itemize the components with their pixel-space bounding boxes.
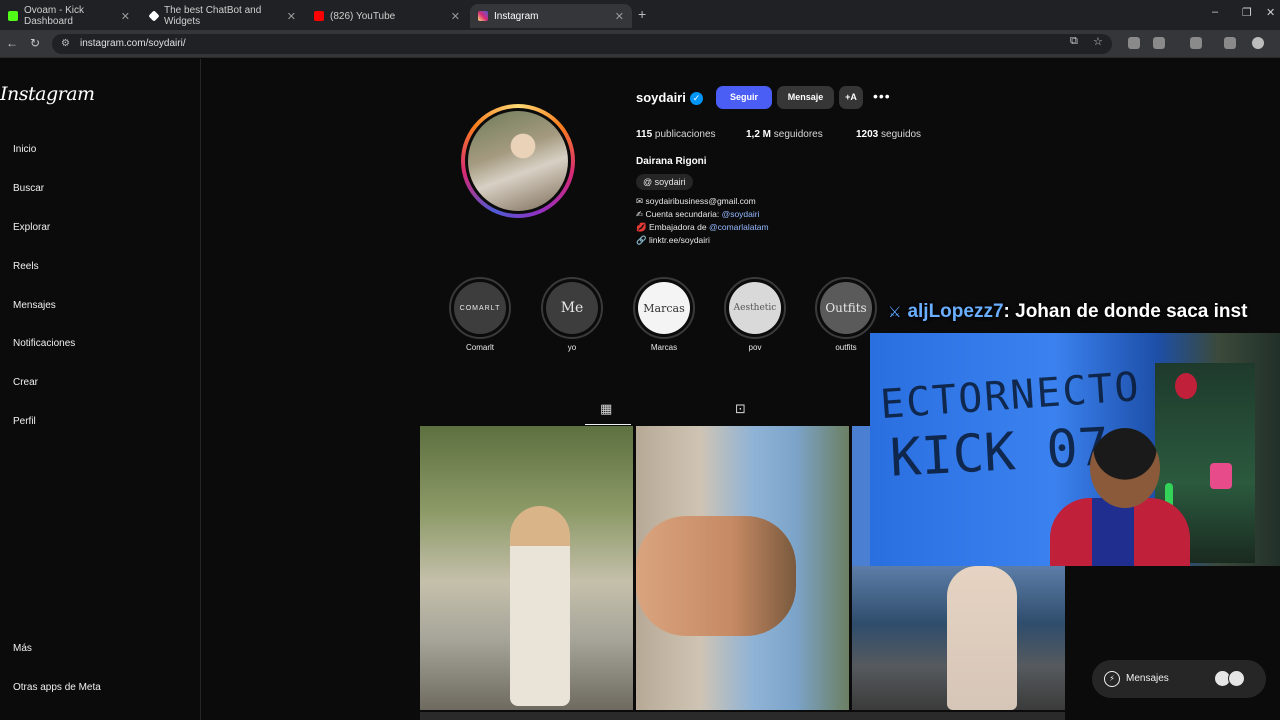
new-tab-button[interactable]: +: [638, 6, 646, 22]
messenger-icon: ⚡: [1104, 671, 1120, 687]
tab-chatbot-widgets[interactable]: The best ChatBot and Widgets ✕: [142, 4, 304, 28]
minimize-button[interactable]: –: [1212, 6, 1218, 18]
stream-chat-message: ⚔ aljLopezz7: Johan de donde saca inst: [888, 301, 1280, 329]
install-icon[interactable]: ⧉: [1070, 35, 1078, 48]
message-button[interactable]: Mensaje: [777, 86, 834, 109]
highlight-cover: COMARLT: [454, 282, 506, 334]
back-icon[interactable]: ←: [6, 36, 18, 50]
sidebar-item-crear[interactable]: Crear: [13, 377, 38, 388]
kick-icon: [8, 11, 18, 21]
maximize-button[interactable]: ❐: [1242, 6, 1252, 19]
extension-icon[interactable]: [1128, 37, 1140, 49]
post-thumbnail[interactable]: [636, 426, 849, 710]
diamond-icon: [148, 10, 160, 22]
instagram-sidebar: Instagram Inicio Buscar Explorar Reels M…: [0, 59, 201, 720]
highlight-cover: Me: [546, 282, 598, 334]
highlight-cover: Marcas: [638, 282, 690, 334]
tab-posts-grid-icon[interactable]: ▦: [600, 401, 612, 417]
avatar-photo: [468, 111, 568, 211]
avatar: [1228, 670, 1245, 687]
url-input[interactable]: ⚙ instagram.com/soydairi/: [52, 34, 1112, 54]
tab-label: (826) YouTube: [330, 10, 396, 22]
close-icon[interactable]: ✕: [615, 10, 624, 23]
highlight-label: Comarlt: [465, 343, 494, 352]
bio-secondary-account: ✍ Cuenta secundaria: @soydairi: [636, 209, 760, 219]
suggest-user-button[interactable]: +A: [839, 86, 863, 109]
tab-kick-dashboard[interactable]: Ovoam - Kick Dashboard ✕: [0, 4, 138, 28]
sidebar-item-inicio[interactable]: Inicio: [13, 144, 36, 155]
profile-avatar-icon[interactable]: [1252, 37, 1264, 49]
profile-username: soydairi: [636, 90, 686, 105]
tab-instagram[interactable]: Instagram ✕: [470, 4, 632, 28]
highlight-pov[interactable]: Aesthetic pov: [724, 277, 786, 352]
post-thumbnail[interactable]: [852, 566, 1065, 710]
profile-full-name: Dairana Rigoni: [636, 156, 707, 167]
stat-followers[interactable]: 1,2 M seguidores: [746, 129, 823, 140]
mention-link[interactable]: @soydairi: [722, 209, 760, 219]
sidepanel-icon[interactable]: [1190, 37, 1202, 49]
highlight-comarlt[interactable]: COMARLT Comarlt: [449, 277, 511, 352]
verified-badge-icon: ✓: [690, 92, 703, 105]
threads-link[interactable]: @ soydairi: [636, 174, 693, 190]
messages-label: Mensajes: [1126, 673, 1169, 684]
highlight-label: Marcas: [650, 343, 678, 352]
sidebar-item-reels[interactable]: Reels: [13, 261, 39, 272]
tab-label: The best ChatBot and Widgets: [164, 5, 262, 27]
sidebar-item-mensajes[interactable]: Mensajes: [13, 300, 56, 311]
bio-link[interactable]: 🔗 linktr.ee/soydairi: [636, 235, 710, 246]
highlight-marcas[interactable]: Marcas Marcas: [633, 277, 695, 352]
tab-youtube[interactable]: (826) YouTube ✕: [306, 4, 468, 28]
highlight-outfits[interactable]: Outfits outfits: [815, 277, 877, 352]
browser-tab-bar: Ovoam - Kick Dashboard ✕ The best ChatBo…: [0, 0, 1280, 30]
youtube-icon: [314, 11, 324, 21]
post-thumbnail[interactable]: [852, 426, 872, 566]
close-icon[interactable]: ✕: [287, 10, 296, 23]
highlight-cover: Aesthetic: [729, 282, 781, 334]
stat-following[interactable]: 1203 seguidos: [856, 129, 921, 140]
sidebar-item-meta-apps[interactable]: Otras apps de Meta: [13, 682, 101, 693]
mention-link[interactable]: @comarlalatam: [709, 222, 769, 232]
stat-posts: 115 publicaciones: [636, 129, 716, 140]
next-row-posts: [420, 712, 1065, 720]
streamer: [1030, 428, 1190, 566]
highlight-cover: Outfits: [820, 282, 872, 334]
close-icon[interactable]: ✕: [451, 10, 460, 23]
reload-icon[interactable]: ↻: [30, 36, 40, 50]
more-options-icon[interactable]: •••: [873, 88, 891, 104]
highlight-yo[interactable]: Me yo: [541, 277, 603, 352]
chat-username: aljLopezz7: [907, 301, 1004, 322]
highlight-label: pov: [748, 343, 762, 352]
address-bar-row: ← ↻ ⚙ instagram.com/soydairi/ ⧉ ☆: [0, 30, 1280, 58]
tab-label: Ovoam - Kick Dashboard: [24, 5, 85, 27]
site-info-icon[interactable]: ⚙: [61, 34, 70, 54]
instagram-icon: [478, 11, 488, 21]
tab-tagged-icon[interactable]: ⊡: [735, 401, 746, 417]
messages-floating-button[interactable]: ⚡ Mensajes: [1092, 660, 1266, 698]
active-tab-indicator: [585, 424, 631, 425]
bio-ambassador: 💋 Embajadora de @comarlalatam: [636, 222, 769, 232]
highlight-label: yo: [567, 343, 577, 352]
highlight-label: outfits: [835, 343, 857, 352]
sidebar-item-notificaciones[interactable]: Notificaciones: [13, 338, 75, 349]
tab-label: Instagram: [494, 10, 539, 22]
profile-avatar[interactable]: [461, 104, 575, 218]
sidebar-item-explorar[interactable]: Explorar: [13, 222, 50, 233]
sword-icon: ⚔: [888, 304, 902, 321]
chat-text: : Johan de donde saca inst: [1003, 301, 1248, 322]
close-window-button[interactable]: ✕: [1266, 6, 1275, 19]
sidebar-item-buscar[interactable]: Buscar: [13, 183, 44, 194]
close-icon[interactable]: ✕: [121, 10, 130, 23]
url-text: instagram.com/soydairi/: [80, 38, 186, 49]
extensions-puzzle-icon[interactable]: [1153, 37, 1165, 49]
bio-email: ✉ soydairibusiness@gmail.com: [636, 196, 756, 206]
follow-button[interactable]: Seguir: [716, 86, 772, 109]
sidebar-item-mas[interactable]: Más: [13, 643, 32, 654]
sidebar-item-perfil[interactable]: Perfil: [13, 416, 36, 427]
post-thumbnail[interactable]: [420, 426, 633, 710]
webcam-overlay: ECTORNECTO KICK 07: [870, 333, 1280, 566]
bookmark-star-icon[interactable]: ☆: [1093, 35, 1103, 48]
downloads-icon[interactable]: [1224, 37, 1236, 49]
instagram-logo[interactable]: Instagram: [0, 83, 95, 105]
